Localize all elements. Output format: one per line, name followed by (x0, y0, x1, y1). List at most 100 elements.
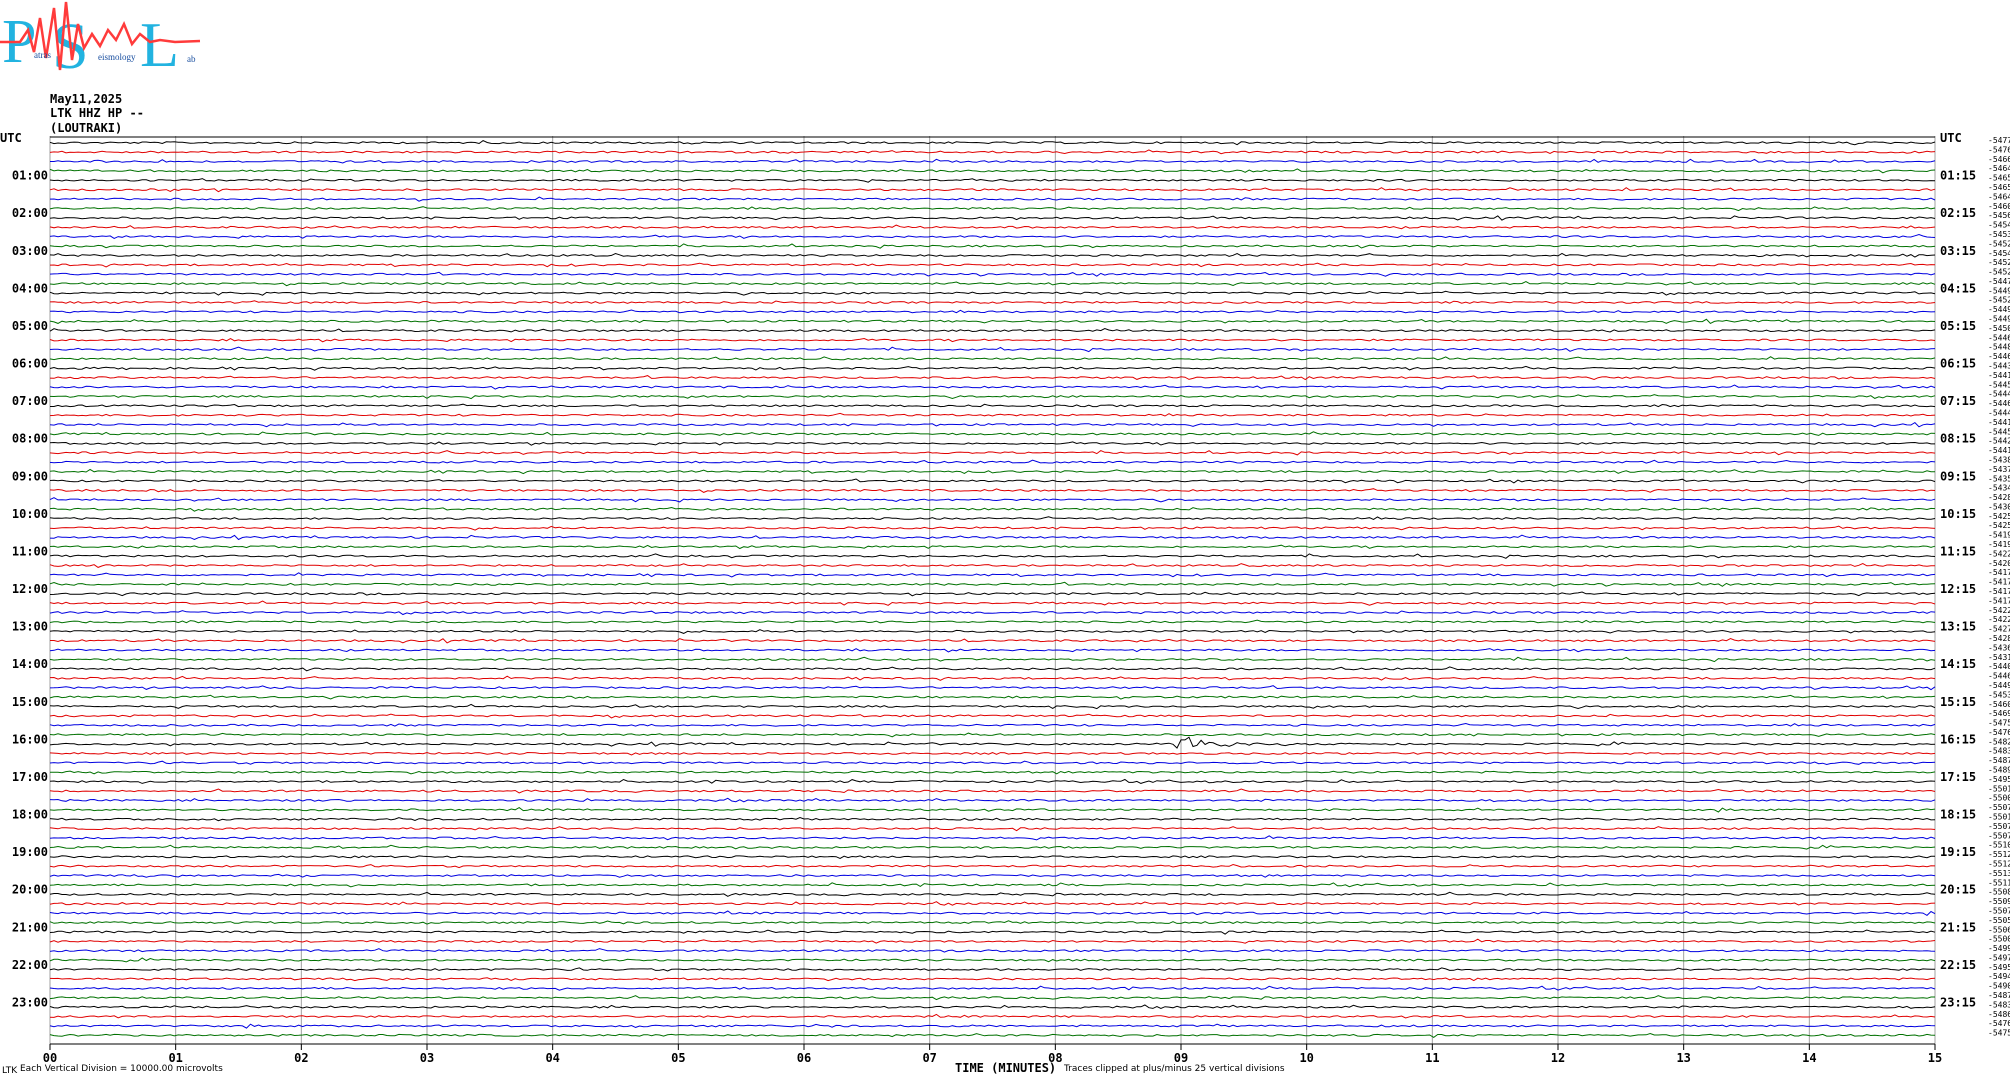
x-tick-label-0: 00 (43, 1051, 57, 1065)
trace-value-label-59: -5453 (1988, 690, 2010, 699)
trace-line-90 (49, 985, 1936, 991)
trace-value-label-33: -5441 (1988, 446, 2010, 455)
trace-line-51 (49, 619, 1936, 624)
trace-value-label-37: -5434 (1988, 484, 2010, 493)
x-tick-label-2: 02 (294, 1051, 308, 1065)
trace-line-17 (49, 300, 1936, 305)
minute-gridlines (49, 136, 1936, 1045)
trace-line-82 (49, 910, 1936, 917)
helicorder-plot: UTC 01:00 02:00 03:00 04:00 05:00 06:00 07:00 08… (0, 131, 2010, 1065)
trace-line-52 (49, 629, 1936, 634)
trace-value-label-13: -5452 (1988, 258, 2010, 267)
trace-value-label-38: -5428 (1988, 493, 2010, 502)
right-hour-label-17: 17:15 (1940, 770, 1976, 784)
trace-value-label-25: -5441 (1988, 371, 2010, 380)
right-hour-label-0: UTC (1940, 131, 1962, 145)
trace-line-92 (49, 1004, 1936, 1010)
trace-value-label-42: -5419 (1988, 531, 2010, 540)
x-tick-label-13: 13 (1676, 1051, 1690, 1065)
trace-line-26 (49, 384, 1936, 390)
trace-line-49 (49, 600, 1936, 606)
trace-value-label-77: -5512 (1988, 859, 2010, 868)
trace-line-5 (49, 187, 1936, 193)
trace-value-label-36: -5435 (1988, 474, 2010, 483)
trace-line-86 (49, 948, 1936, 953)
trace-value-label-90: -5490 (1988, 982, 2010, 991)
right-hour-label-8: 08:15 (1940, 432, 1976, 446)
trace-group (49, 140, 1936, 1038)
trace-value-label-23: -5446 (1988, 352, 2010, 361)
right-hour-label-7: 07:15 (1940, 394, 1976, 408)
trace-value-label-62: -5475 (1988, 719, 2010, 728)
x-tick-label-1: 01 (168, 1051, 182, 1065)
trace-line-48 (49, 591, 1936, 597)
trace-value-label-20: -5450 (1988, 324, 2010, 333)
left-hour-label-8: 08:00 (12, 432, 48, 446)
trace-value-label-53: -5428 (1988, 634, 2010, 643)
trace-value-label-79: -5511 (1988, 878, 2010, 887)
trace-value-label-80: -5508 (1988, 888, 2010, 897)
left-hour-label-11: 11:00 (12, 544, 48, 558)
trace-line-19 (49, 318, 1936, 325)
right-hour-label-11: 11:15 (1940, 544, 1976, 558)
trace-value-label-21: -5446 (1988, 333, 2010, 342)
trace-line-13 (49, 262, 1936, 268)
trace-line-29 (49, 412, 1936, 417)
left-hour-label-19: 19:00 (12, 845, 48, 859)
left-hour-label-18: 18:00 (12, 808, 48, 822)
x-tick-label-12: 12 (1551, 1051, 1565, 1065)
right-hour-label-18: 18:15 (1940, 808, 1976, 822)
trace-line-87 (49, 957, 1936, 963)
right-hour-label-10: 10:15 (1940, 507, 1976, 521)
trace-line-12 (49, 252, 1936, 258)
trace-value-label-74: -5507 (1988, 831, 2010, 840)
right-hour-label-9: 09:15 (1940, 469, 1976, 483)
trace-value-label-29: -5444 (1988, 408, 2010, 417)
left-hour-label-13: 13:00 (12, 620, 48, 634)
trace-value-label-8: -5456 (1988, 211, 2010, 220)
trace-line-70 (49, 797, 1936, 803)
trace-line-14 (49, 271, 1936, 277)
trace-value-label-9: -5454 (1988, 221, 2010, 230)
trace-value-label-81: -5509 (1988, 897, 2010, 906)
trace-line-16 (49, 290, 1936, 296)
trace-line-10 (49, 233, 1936, 239)
trace-value-label-22: -5448 (1988, 343, 2010, 352)
right-hour-label-2: 02:15 (1940, 206, 1976, 220)
trace-value-label-19: -5449 (1988, 315, 2010, 324)
trace-value-label-7: -5460 (1988, 202, 2010, 211)
left-hour-label-7: 07:00 (12, 394, 48, 408)
right-hour-label-16: 16:15 (1940, 732, 1976, 746)
trace-line-84 (49, 929, 1936, 935)
left-hour-label-4: 04:00 (12, 281, 48, 295)
trace-line-72 (49, 816, 1936, 822)
corner-mark: LTK (2, 1066, 18, 1076)
trace-line-28 (50, 403, 1936, 408)
vertical-division-note: Each Vertical Division = 10000.00 microv… (20, 1064, 223, 1074)
x-tick-label-4: 04 (545, 1051, 559, 1065)
trace-line-66 (49, 760, 1936, 766)
trace-line-31 (49, 431, 1936, 436)
trace-value-label-24: -5443 (1988, 362, 2010, 371)
trace-value-label-68: -5495 (1988, 775, 2010, 784)
left-hour-label-12: 12:00 (12, 582, 48, 596)
right-hour-label-21: 21:15 (1940, 920, 1976, 934)
trace-line-77 (49, 863, 1936, 869)
trace-line-73 (49, 826, 1936, 832)
right-hour-label-6: 06:15 (1940, 357, 1976, 371)
x-tick-label-11: 11 (1425, 1051, 1439, 1065)
trace-value-label-2: -5466 (1988, 155, 2010, 164)
trace-line-46 (49, 572, 1936, 578)
trace-line-57 (49, 675, 1936, 681)
trace-value-label-84: -5506 (1988, 925, 2010, 934)
right-hour-label-22: 22:15 (1940, 958, 1976, 972)
trace-value-label-60: -5460 (1988, 700, 2010, 709)
trace-line-89 (49, 977, 1936, 982)
trace-line-71 (49, 807, 1936, 813)
trace-value-label-46: -5417 (1988, 568, 2010, 577)
trace-value-label-55: -5431 (1988, 653, 2010, 662)
trace-line-75 (49, 844, 1936, 850)
trace-line-69 (49, 788, 1936, 794)
trace-line-93 (49, 1013, 1936, 1019)
trace-line-27 (49, 394, 1936, 400)
